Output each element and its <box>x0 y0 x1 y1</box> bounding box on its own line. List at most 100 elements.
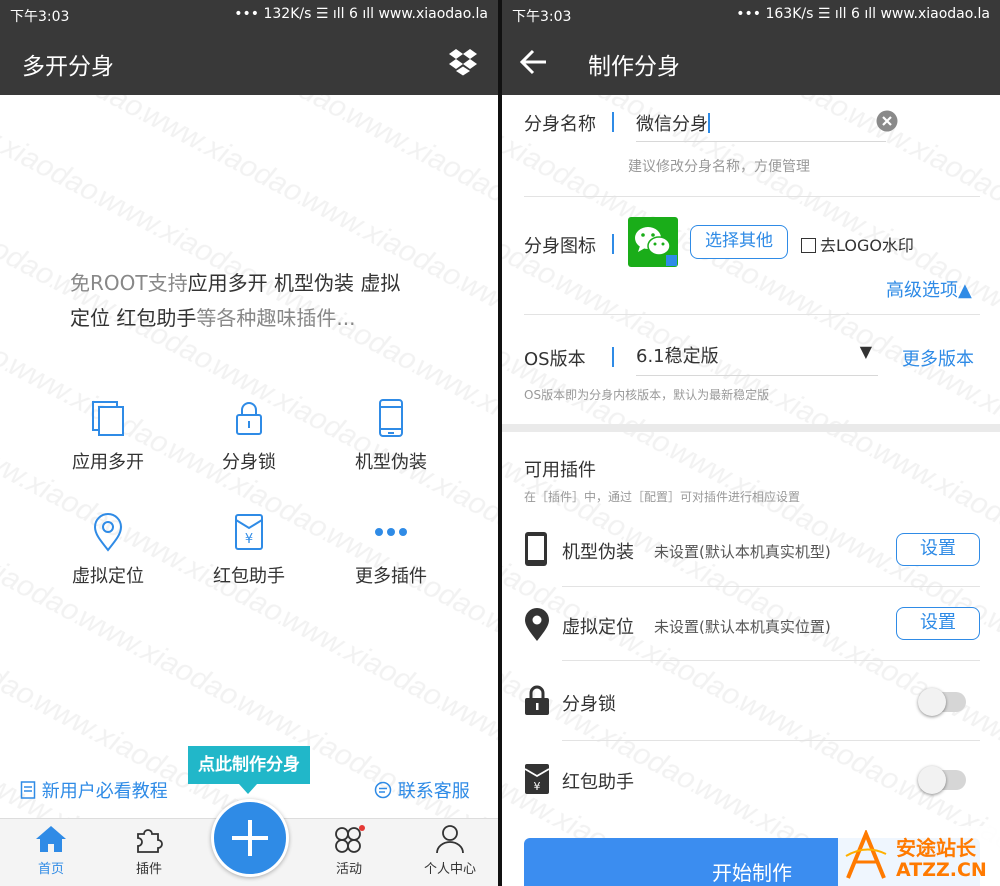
logo-text-en: ATZZ.CN <box>896 859 987 881</box>
plugins-title: 可用插件 <box>524 460 596 481</box>
divider <box>562 586 980 587</box>
svg-text:¥: ¥ <box>534 780 541 793</box>
activity-icon <box>335 825 365 853</box>
remove-logo-label: 去LOGO水印 <box>820 236 914 255</box>
status-indicators: ••• 163K/s ☰ ıll 6 ıll www.xiaodao.la <box>736 6 990 22</box>
feature-device-spoof[interactable]: 机型伪装 <box>336 398 446 474</box>
label-divider <box>612 347 614 367</box>
feature-label: 红包助手 <box>213 566 285 587</box>
svg-text:¥: ¥ <box>245 532 253 547</box>
tutorial-label: 新用户必看教程 <box>41 781 168 802</box>
clone-icon-label: 分身图标 <box>524 236 596 257</box>
os-version-label: OS版本 <box>524 349 586 370</box>
section-separator <box>502 424 1000 432</box>
tab-plugins[interactable]: 插件 <box>122 824 176 886</box>
feature-label: 应用多开 <box>72 452 144 473</box>
home-icon <box>36 826 66 852</box>
tab-home[interactable]: 首页 <box>24 824 78 886</box>
tab-activity[interactable]: 活动 <box>320 824 378 886</box>
label-divider <box>612 112 614 132</box>
logo-text-cn: 安途站长 <box>896 836 976 860</box>
plugin-name: 红包助手 <box>562 772 634 793</box>
dropbox-icon[interactable] <box>448 46 478 76</box>
more-versions-link[interactable]: 更多版本 <box>902 345 974 371</box>
document-icon <box>20 781 36 799</box>
app-bar: 多开分身 <box>0 30 498 95</box>
os-version-select[interactable]: 6.1稳定版 ▼ <box>636 342 878 376</box>
plugin-status: 未设置(默认本机真实位置) <box>654 618 831 636</box>
clone-name-hint: 建议修改分身名称，方便管理 <box>628 159 810 175</box>
settings-label: 设置 <box>920 538 956 559</box>
feature-app-lock[interactable]: 分身锁 <box>194 398 304 474</box>
back-arrow-icon[interactable] <box>520 49 548 75</box>
tab-home-label: 首页 <box>37 862 64 877</box>
device-spoof-settings-button[interactable]: 设置 <box>896 533 980 566</box>
tab-user-center[interactable]: 个人中心 <box>414 824 486 886</box>
feature-label: 更多插件 <box>355 566 427 587</box>
clone-name-value: 微信分身 <box>636 114 708 135</box>
label-divider <box>612 234 614 254</box>
lock-icon <box>525 685 549 715</box>
create-clone-screen: www.xiaodao.la 下午3:03 ••• 163K/s ☰ ıll 6… <box>502 0 1000 886</box>
intro-text: 免ROOT支持应用多开 机型伪装 虚拟 定位 红包助手等各种趣味插件... <box>70 266 470 336</box>
feature-fake-location[interactable]: 虚拟定位 <box>53 512 163 588</box>
status-bar: 下午3:03 ••• 132K/s ☰ ıll 6 ıll www.xiaoda… <box>0 0 498 30</box>
divider <box>524 196 980 197</box>
site-logo: 安途站长 ATZZ.CN <box>838 826 1000 886</box>
home-screen: www.xiaodao.la 下午3:03 ••• 132K/s ☰ ıll 6… <box>0 0 498 886</box>
tutorial-link[interactable]: 新用户必看教程 <box>20 777 168 803</box>
page-title: 多开分身 <box>22 54 114 80</box>
phone-icon <box>379 399 403 437</box>
status-indicators: ••• 132K/s ☰ ıll 6 ıll www.xiaodao.la <box>234 6 488 22</box>
phone-icon <box>525 532 547 566</box>
plugin-name: 虚拟定位 <box>562 617 634 638</box>
wechat-app-icon <box>628 217 678 267</box>
intro-normal-1: 免ROOT支持 <box>70 271 188 295</box>
clear-icon[interactable] <box>876 110 898 132</box>
create-clone-fab[interactable] <box>211 799 289 877</box>
plugin-name: 分身锁 <box>562 694 616 715</box>
status-time: 下午3:03 <box>512 9 572 25</box>
text-cursor <box>708 113 710 133</box>
clone-name-input[interactable]: 微信分身 <box>636 110 886 142</box>
intro-highlight-1: 应用多开 机型伪装 虚拟 <box>187 271 401 295</box>
toggle-knob <box>918 688 946 716</box>
app-lock-toggle[interactable] <box>918 688 966 716</box>
lock-icon <box>236 402 262 435</box>
advanced-options-toggle[interactable]: 高级选项▲ <box>886 276 972 302</box>
red-packet-icon: ¥ <box>524 764 550 794</box>
divider <box>562 660 980 661</box>
user-icon <box>436 825 464 854</box>
brand-logo-icon <box>845 830 887 879</box>
choose-other-icon-button[interactable]: 选择其他 <box>690 225 788 259</box>
status-time: 下午3:03 <box>10 9 70 25</box>
plugins-hint: 在［插件］中，通过［配置］可对插件进行相应设置 <box>524 490 801 504</box>
create-tip-label: 点此制作分身 <box>198 755 300 775</box>
feature-app-clone[interactable]: 应用多开 <box>53 398 163 474</box>
settings-label: 设置 <box>920 612 956 633</box>
contact-support-link[interactable]: 联系客服 <box>374 777 470 803</box>
clone-name-label: 分身名称 <box>524 114 596 135</box>
location-settings-button[interactable]: 设置 <box>896 607 980 640</box>
start-create-label: 开始制作 <box>712 861 792 885</box>
tab-plugins-label: 插件 <box>135 862 162 877</box>
red-packet-toggle[interactable] <box>918 766 966 794</box>
tip-arrow <box>239 784 257 794</box>
toggle-knob <box>918 766 946 794</box>
contact-label: 联系客服 <box>397 781 470 802</box>
os-version-value: 6.1稳定版 <box>636 346 719 367</box>
divider <box>524 314 980 315</box>
divider <box>562 740 980 741</box>
feature-more-plugins[interactable]: 更多插件 <box>336 512 446 588</box>
more-icon <box>375 528 407 536</box>
location-icon <box>93 513 123 552</box>
remove-logo-checkbox[interactable]: 去LOGO水印 <box>801 232 914 256</box>
feature-red-packet[interactable]: ¥ 红包助手 <box>194 512 304 588</box>
chat-icon <box>374 781 392 799</box>
plugin-status: 未设置(默认本机真实机型) <box>654 543 831 561</box>
intro-normal-2: 等各种趣味插件... <box>196 306 356 330</box>
dropdown-icon: ▼ <box>859 342 872 361</box>
checkbox-box <box>801 238 816 253</box>
tab-activity-label: 活动 <box>335 862 362 877</box>
feature-label: 机型伪装 <box>355 452 427 473</box>
